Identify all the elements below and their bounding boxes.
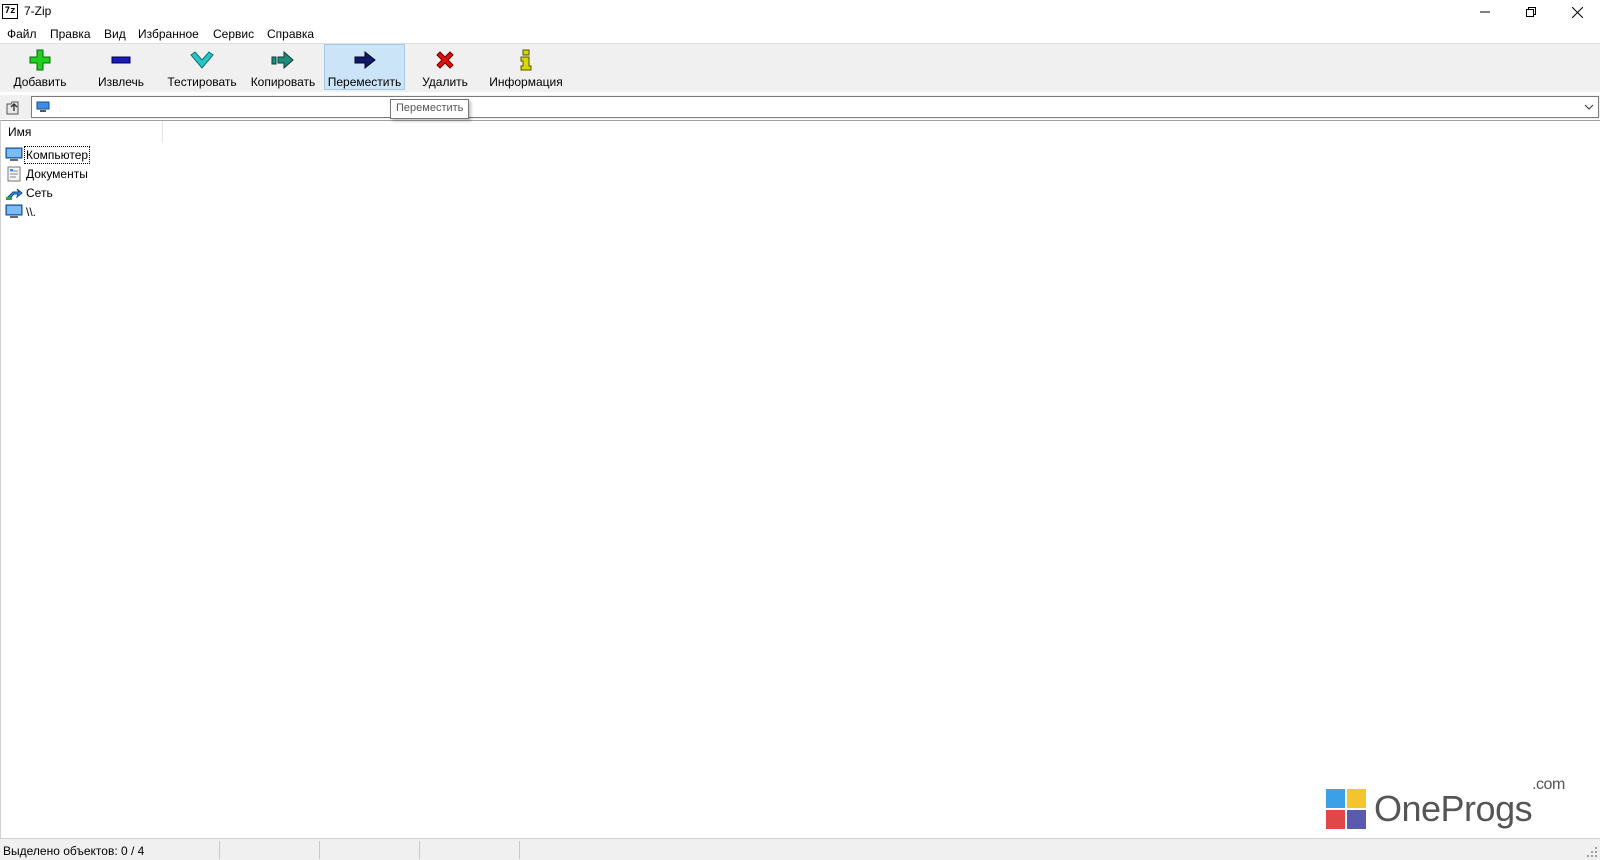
address-dropdown-button[interactable]	[1582, 100, 1596, 114]
list-item[interactable]: \\.	[5, 202, 37, 221]
close-button[interactable]	[1554, 0, 1600, 24]
oneprogs-logo-icon	[1326, 789, 1366, 829]
status-segment-3	[320, 841, 420, 859]
window-title: 7-Zip	[24, 4, 52, 18]
resize-grip-icon[interactable]	[1586, 846, 1598, 858]
address-field[interactable]	[31, 96, 1599, 118]
check-icon	[190, 51, 214, 69]
test-button[interactable]: Тестировать	[164, 44, 240, 90]
info-icon	[520, 49, 532, 71]
menu-bar: Файл Правка Вид Избранное Сервис Справка	[0, 24, 1600, 44]
delete-button[interactable]: Удалить	[414, 44, 476, 90]
minimize-button[interactable]	[1462, 0, 1508, 24]
list-item-label: Сеть	[26, 185, 53, 200]
list-item-label: Документы	[26, 166, 88, 181]
watermark-text: OneProgs.com	[1374, 776, 1565, 830]
chevron-down-icon	[1584, 104, 1594, 110]
address-input[interactable]	[54, 99, 1554, 115]
minus-icon	[111, 56, 131, 64]
list-item[interactable]: Документы	[5, 164, 89, 183]
move-button[interactable]: Переместить	[324, 44, 405, 90]
list-item[interactable]: Компьютер	[5, 145, 91, 164]
copy-button-label: Копировать	[250, 75, 316, 89]
menu-edit[interactable]: Правка	[50, 26, 91, 42]
watermark-logo: OneProgs.com	[1326, 776, 1565, 830]
list-item-label: Компьютер	[23, 145, 91, 164]
move-button-label: Переместить	[327, 75, 402, 89]
copy-arrow-icon	[271, 50, 294, 70]
close-icon	[1571, 6, 1583, 18]
computer-small-icon	[36, 101, 50, 112]
watermark-suffix: .com	[1532, 776, 1565, 793]
extract-button-label: Извлечь	[97, 75, 144, 89]
restore-button[interactable]	[1508, 0, 1554, 24]
plus-icon	[29, 49, 51, 71]
info-button[interactable]: Информация	[486, 44, 566, 90]
column-header-name[interactable]: Имя	[1, 121, 163, 143]
menu-file[interactable]: Файл	[7, 26, 37, 42]
up-folder-icon	[6, 101, 19, 114]
arrow-right-icon	[354, 50, 376, 70]
copy-button[interactable]: Копировать	[248, 44, 318, 90]
list-item[interactable]: Сеть	[5, 183, 54, 202]
file-list[interactable]: Имя Компьютер Документы Сеть \\.	[0, 120, 1600, 838]
add-button[interactable]: Добавить	[6, 44, 74, 90]
menu-help[interactable]: Справка	[267, 26, 314, 42]
add-button-label: Добавить	[13, 75, 67, 89]
documents-icon	[7, 166, 21, 181]
minimize-icon	[1480, 11, 1490, 13]
x-icon	[436, 51, 454, 69]
status-selected: Выделено объектов: 0 / 4	[0, 841, 220, 859]
network-icon	[6, 188, 23, 200]
toolbar: Добавить Извлечь Тестировать Копировать …	[0, 44, 1600, 92]
tooltip: Переместить	[390, 99, 470, 119]
status-segment-2	[220, 841, 320, 859]
restore-icon	[1526, 7, 1536, 17]
menu-favorites[interactable]: Избранное	[138, 26, 199, 42]
list-item-label: \\.	[26, 204, 37, 219]
status-segment-4	[420, 841, 520, 859]
extract-button[interactable]: Извлечь	[88, 44, 154, 90]
title-bar: 7z 7-Zip	[0, 0, 1600, 24]
up-folder-button[interactable]	[3, 96, 25, 117]
delete-button-label: Удалить	[422, 75, 468, 89]
computer-icon	[5, 204, 23, 218]
info-button-label: Информация	[489, 75, 563, 89]
watermark-brand: OneProgs	[1374, 788, 1533, 829]
menu-view[interactable]: Вид	[104, 26, 126, 42]
menu-tools[interactable]: Сервис	[213, 26, 254, 42]
app-icon: 7z	[2, 4, 18, 19]
address-bar	[0, 95, 1600, 119]
computer-icon	[5, 147, 23, 161]
status-bar: Выделено объектов: 0 / 4	[0, 838, 1600, 860]
test-button-label: Тестировать	[167, 75, 237, 89]
